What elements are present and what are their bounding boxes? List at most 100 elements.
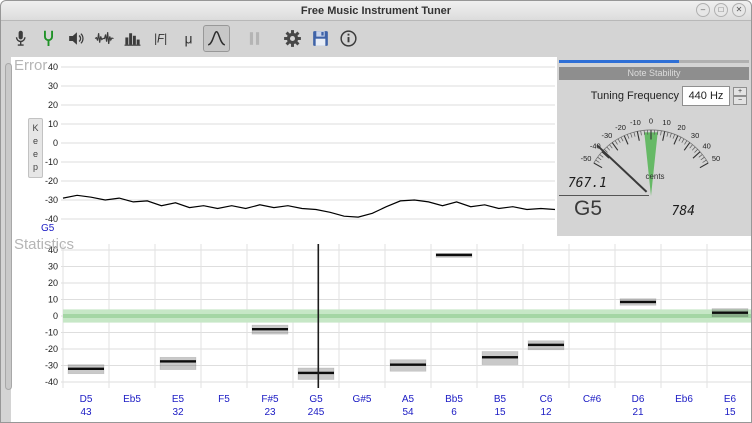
pause-icon	[244, 28, 265, 49]
meter-tick-label: -20	[615, 123, 626, 132]
microphone-button[interactable]	[7, 25, 34, 52]
y-tick-label: 40	[48, 245, 58, 255]
note-stability-header: Note Stability	[559, 67, 749, 80]
settings-gear-button[interactable]	[279, 25, 306, 52]
error-plot: 403020100-10-20-30-40G5	[11, 57, 557, 236]
note-stat-mean	[528, 344, 564, 346]
note-count-label: 15	[724, 407, 736, 418]
meter-tick	[695, 149, 698, 152]
mu-icon: μ	[178, 28, 199, 49]
y-tick-label: 30	[48, 262, 58, 272]
meter-tick	[641, 131, 642, 136]
tuning-fork-icon	[38, 28, 59, 49]
pause-button	[241, 25, 268, 52]
note-stability-panel: Note Stability Tuning Frequency 440 Hz +…	[557, 57, 752, 236]
vertical-scrollbar[interactable]	[5, 63, 12, 390]
meter-tick	[596, 160, 600, 162]
meter-green-wedge	[644, 132, 657, 196]
titlebar[interactable]: Free Music Instrument Tuner –□✕	[1, 1, 751, 21]
maximize-window-button[interactable]: □	[714, 3, 728, 17]
y-tick-label: -20	[45, 176, 58, 186]
window-controls: –□ ✕	[696, 3, 746, 17]
note-count-label: 23	[264, 407, 276, 418]
note-name-label: B5	[494, 394, 507, 405]
fourier-icon: |F|	[150, 28, 171, 49]
note-stat-mean	[390, 363, 426, 365]
toolbar-separator	[269, 38, 279, 39]
y-tick-label: -30	[45, 195, 58, 205]
tuning-fork-button[interactable]	[35, 25, 62, 52]
gauss-curve-button[interactable]	[203, 25, 230, 52]
meter-tick	[685, 141, 687, 145]
meter-tick	[631, 133, 632, 137]
meter-tick	[673, 134, 675, 138]
meter-tick-label: 50	[712, 154, 720, 163]
tuning-frequency-row: Tuning Frequency 440 Hz + −	[557, 86, 747, 106]
y-tick-label: 40	[48, 62, 58, 72]
note-stat-mean	[252, 328, 288, 330]
meter-tick	[634, 132, 635, 136]
mu-button[interactable]: μ	[175, 25, 202, 52]
waveform-icon	[94, 28, 115, 49]
y-tick-label: 0	[53, 138, 58, 148]
note-stat-mean	[712, 312, 748, 314]
meter-tick	[607, 147, 610, 150]
meter-unit-label: cents	[645, 172, 664, 181]
save-button[interactable]	[307, 25, 334, 52]
note-name-label: D6	[632, 394, 645, 405]
meter-tick-label: -40	[590, 141, 601, 150]
note-name-label: D5	[80, 394, 93, 405]
meter-tick	[682, 139, 684, 143]
tuning-increase-button[interactable]: +	[733, 87, 747, 96]
note-name-label: Eb6	[675, 394, 693, 405]
waveform-button[interactable]	[91, 25, 118, 52]
note-name-label: G#5	[353, 394, 372, 405]
meter-tick	[594, 163, 602, 168]
fourier-button[interactable]: |F|	[147, 25, 174, 52]
meter-tick	[679, 137, 681, 141]
toolbar-separator	[231, 38, 241, 39]
meter-tick	[610, 145, 613, 149]
meter-tick	[615, 141, 617, 145]
keep-button[interactable]: K e e p	[28, 118, 43, 178]
meter-tick-label: -30	[601, 131, 612, 140]
note-name-label: E5	[172, 394, 185, 405]
current-note-label: G5	[41, 223, 55, 234]
tuning-frequency-label: Tuning Frequency	[591, 90, 679, 102]
meter-tick-label: 30	[691, 131, 699, 140]
meter-tick	[621, 137, 623, 141]
note-name-label: F#5	[261, 394, 279, 405]
minimize-window-button[interactable]: –	[696, 3, 710, 17]
meter-tick	[644, 130, 645, 134]
y-tick-label: 10	[48, 119, 58, 129]
note-stat-mean	[298, 372, 334, 374]
y-tick-label: 30	[48, 81, 58, 91]
meter-tick	[618, 139, 620, 143]
note-count-label: 32	[172, 407, 184, 418]
y-tick-label: 20	[48, 278, 58, 288]
tuning-decrease-button[interactable]: −	[733, 96, 747, 105]
frequency-readout: 767.1	[559, 176, 607, 191]
tuning-frequency-value[interactable]: 440 Hz	[682, 86, 730, 106]
close-window-button[interactable]: ✕	[732, 3, 746, 17]
note-stat-mean	[68, 368, 104, 370]
y-tick-label: -10	[45, 157, 58, 167]
meter-tick	[600, 155, 604, 158]
meter-tick	[701, 157, 705, 160]
error-line	[63, 195, 555, 217]
meter-tick-label: 20	[677, 123, 685, 132]
speaker-button[interactable]	[63, 25, 90, 52]
y-tick-label: 10	[48, 295, 58, 305]
note-stat-mean	[482, 356, 518, 358]
meter-tick	[699, 155, 703, 158]
note-name-label: C#6	[583, 394, 602, 405]
note-name-label: C6	[540, 394, 553, 405]
meter-tick	[598, 157, 602, 160]
y-tick-label: -30	[45, 361, 58, 371]
note-count-label: 6	[451, 407, 457, 418]
in-tune-zone-center	[63, 314, 752, 318]
info-button[interactable]	[335, 25, 362, 52]
histogram-button[interactable]	[119, 25, 146, 52]
y-tick-label: -40	[45, 377, 58, 387]
meter-tick	[690, 145, 693, 149]
